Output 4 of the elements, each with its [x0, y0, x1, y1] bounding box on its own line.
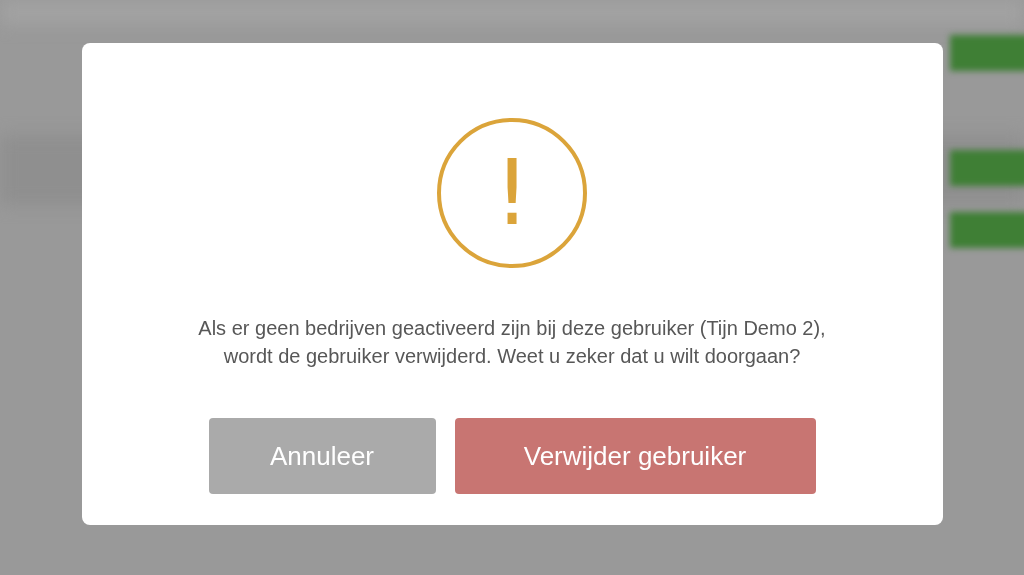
dialog-message: Als er geen bedrijven geactiveerd zijn bij deze gebruiker (Tijn Demo 2), wordt de gebruiker verwijderd. Weet u zeker dat u wilt doorgaan?: [198, 316, 826, 369]
warning-icon: !: [437, 118, 587, 268]
delete-button[interactable]: Verwijder gebruiker: [454, 418, 816, 494]
cancel-button[interactable]: Annuleer: [208, 418, 436, 494]
